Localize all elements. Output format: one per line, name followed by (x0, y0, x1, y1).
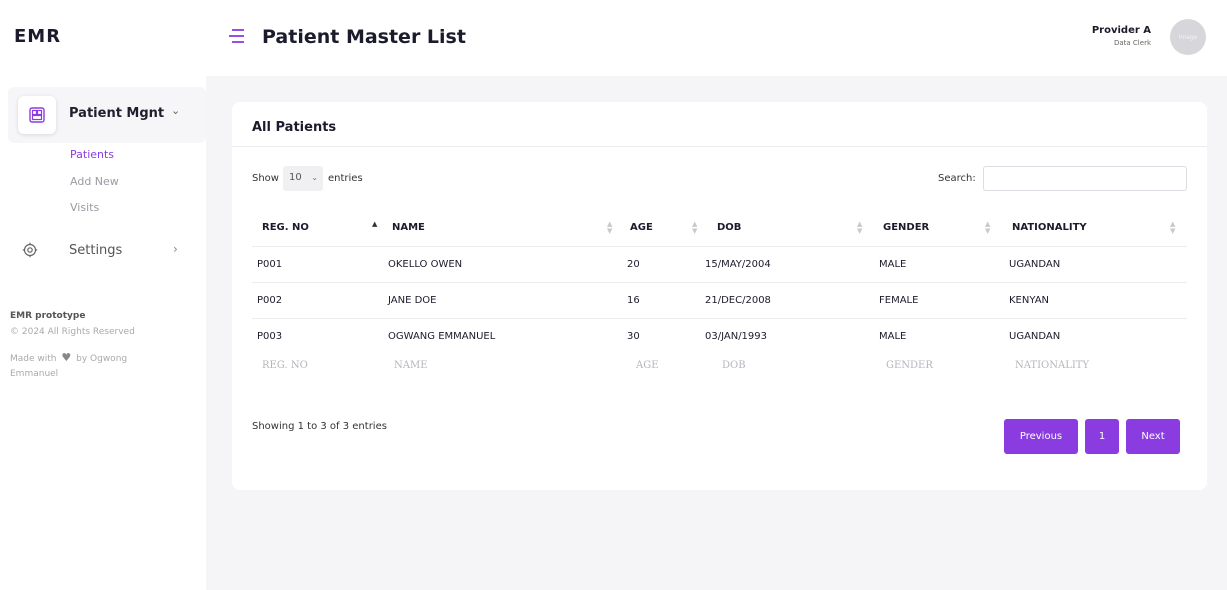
cell-name: OGWANG EMMANUEL (388, 331, 496, 342)
row-divider (252, 282, 1187, 283)
cell-gender: MALE (879, 331, 907, 342)
footer-title: EMR prototype (10, 311, 86, 321)
sidebar-item-patients[interactable]: Patients (70, 148, 114, 161)
cell-age: 16 (627, 295, 640, 306)
chevron-down-icon: ⌄ (171, 104, 181, 117)
entries-select[interactable]: 10 ⌄ (283, 166, 323, 191)
footer-column-dob: DOB (722, 360, 746, 371)
user-name: Provider A (1091, 25, 1151, 36)
column-header-gender[interactable]: GENDER (883, 222, 929, 233)
footer-column-age: AGE (636, 360, 659, 371)
footer-column-gender: GENDER (886, 360, 933, 371)
column-header-name[interactable]: NAME (392, 222, 425, 233)
brand-logo: EMR (14, 26, 62, 47)
page-1-button[interactable]: 1 (1085, 419, 1119, 454)
chevron-right-icon: › (173, 242, 178, 256)
sort-icon[interactable]: ▲ ▼ (607, 221, 612, 235)
sort-icon[interactable]: ▲ ▼ (692, 221, 697, 235)
cell-name: OKELLO OWEN (388, 259, 463, 270)
column-header-nationality[interactable]: NATIONALITY (1012, 222, 1087, 233)
footer-column-reg-no: REG. NO (262, 360, 308, 371)
user-role: Data Clerk (1113, 39, 1151, 47)
search-input[interactable] (983, 166, 1187, 191)
sort-icon[interactable]: ▲ ▼ (1170, 221, 1175, 235)
cell-dob: 21/DEC/2008 (705, 295, 771, 306)
cell-gender: MALE (879, 259, 907, 270)
heart-icon: ♥ (61, 351, 72, 364)
footer-column-name: NAME (394, 360, 428, 371)
cell-dob: 03/JAN/1993 (705, 331, 768, 342)
footer-copyright: © 2024 All Rights Reserved (10, 327, 135, 337)
cell-name: JANE DOE (388, 295, 437, 306)
footer-credit: Made with ♥ by Ogwong Emmanuel (10, 350, 160, 382)
card-title: All Patients (252, 120, 337, 135)
cell-nationality: UGANDAN (1009, 259, 1061, 270)
footer-column-nationality: NATIONALITY (1015, 360, 1090, 371)
chevron-down-icon: ⌄ (311, 173, 318, 182)
table-info: Showing 1 to 3 of 3 entries (252, 421, 387, 432)
sort-asc-icon[interactable]: ▲ (372, 221, 377, 228)
sidebar-item-settings[interactable]: Settings › (0, 238, 206, 266)
previous-button[interactable]: Previous (1004, 419, 1078, 454)
avatar[interactable]: Image (1170, 19, 1206, 55)
cell-nationality: KENYAN (1009, 295, 1050, 306)
cell-reg-no: P001 (257, 259, 283, 270)
card-divider (232, 146, 1207, 147)
patients-card: All Patients Show 10 ⌄ entries Search: R… (232, 102, 1207, 490)
page-title: Patient Master List (262, 26, 466, 48)
cell-dob: 15/MAY/2004 (705, 259, 771, 270)
header-divider (252, 246, 1187, 247)
cell-nationality: UGANDAN (1009, 331, 1061, 342)
next-button[interactable]: Next (1126, 419, 1180, 454)
cell-age: 20 (627, 259, 640, 270)
sidebar-item-add-new[interactable]: Add New (70, 175, 119, 188)
top-header: Patient Master List Provider A Data Cler… (206, 0, 1227, 76)
menu-icon[interactable] (228, 28, 246, 48)
entries-select-value: 10 (289, 172, 302, 183)
patient-mgnt-icon (18, 96, 56, 134)
column-header-age[interactable]: AGE (630, 222, 653, 233)
cell-age: 30 (627, 331, 640, 342)
entries-label: entries (328, 173, 363, 184)
show-label: Show (252, 173, 279, 184)
row-divider (252, 318, 1187, 319)
sidebar-item-visits[interactable]: Visits (70, 201, 99, 214)
cell-reg-no: P002 (257, 295, 283, 306)
sort-icon[interactable]: ▲ ▼ (985, 221, 990, 235)
gear-icon (22, 242, 38, 262)
sidebar-group-label: Patient Mgnt (69, 106, 165, 121)
cell-gender: FEMALE (879, 295, 919, 306)
sort-icon[interactable]: ▲ ▼ (857, 221, 862, 235)
footer-made-prefix: Made with (10, 354, 57, 364)
search-label: Search: (938, 173, 976, 184)
column-header-reg-no[interactable]: REG. NO (262, 222, 309, 233)
settings-label: Settings (69, 243, 123, 258)
cell-reg-no: P003 (257, 331, 283, 342)
sidebar: EMR Patient Mgnt ⌄ Patients Add New Visi… (0, 0, 206, 590)
sidebar-group-patient-mgnt[interactable]: Patient Mgnt ⌄ (8, 87, 206, 143)
column-header-dob[interactable]: DOB (717, 222, 741, 233)
main-content: All Patients Show 10 ⌄ entries Search: R… (206, 76, 1227, 590)
